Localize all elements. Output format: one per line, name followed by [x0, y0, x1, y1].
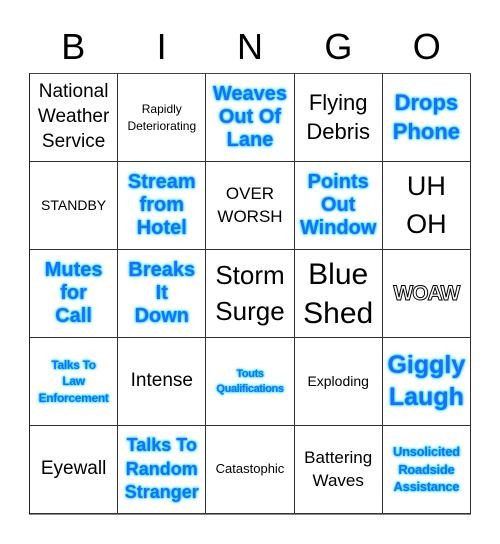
cell-text: Battering Waves	[304, 448, 373, 490]
header-letter-i: I	[156, 26, 167, 67]
cell-text: Stream from Hotel	[127, 171, 196, 239]
cell-text: Talks To Law Enforcement	[38, 358, 109, 405]
cell-text: Breaks It Down	[128, 259, 196, 327]
header-letter-b: B	[61, 26, 86, 67]
bingo-cell[interactable]: Eyewall	[30, 426, 119, 514]
cell-text: UH OH	[406, 170, 447, 239]
bingo-cell[interactable]: WOAW	[382, 250, 471, 338]
bingo-cell[interactable]: Weaves Out Of Lane	[206, 74, 295, 162]
bingo-cell[interactable]: Exploding	[294, 338, 383, 426]
bingo-cell[interactable]: UH OH	[382, 162, 471, 250]
bingo-cell[interactable]: Unsolicited Roadside Assistance	[382, 426, 471, 514]
header-letter-o: O	[412, 26, 441, 67]
cell-text: Points Out Window	[299, 171, 377, 239]
bingo-cell[interactable]: OVER WORSH	[206, 162, 295, 250]
cell-text: Unsolicited Roadside Assistance	[393, 444, 460, 495]
cell-text: Exploding	[307, 372, 369, 389]
bingo-cell[interactable]: Blue Shed	[294, 250, 383, 338]
cell-text: OVER WORSH	[217, 183, 283, 226]
bingo-cell[interactable]: Touts Qualifications	[206, 338, 295, 426]
bingo-grid: National Weather Service Rapidly Deterio…	[29, 73, 471, 514]
bingo-cell[interactable]: Talks To Law Enforcement	[30, 338, 119, 426]
cell-text: Eyewall	[40, 458, 107, 480]
bingo-cell[interactable]: Intense	[118, 338, 207, 426]
cell-text: WOAW	[393, 281, 461, 305]
bingo-cell[interactable]: Breaks It Down	[118, 250, 207, 338]
cell-text: Talks To Random Stranger	[124, 435, 199, 503]
cell-text: Drops Phone	[392, 89, 460, 144]
bingo-cell[interactable]: Drops Phone	[382, 74, 471, 162]
cell-text: Storm Surge	[215, 260, 285, 326]
bingo-cell[interactable]: Storm Surge	[206, 250, 295, 338]
cell-text: Weaves Out Of Lane	[212, 83, 288, 151]
bingo-cell[interactable]: Points Out Window	[294, 162, 383, 250]
cell-text: STANDBY	[41, 196, 107, 213]
bingo-cell[interactable]: Catastophic	[206, 426, 295, 514]
bingo-header: B I N G O	[29, 22, 471, 72]
bingo-cell[interactable]: Stream from Hotel	[118, 162, 207, 250]
cell-text: Intense	[130, 370, 193, 392]
cell-text: National Weather Service	[37, 81, 110, 152]
bingo-cell[interactable]: Mutes for Call	[30, 250, 119, 338]
header-letter-n: N	[236, 26, 263, 67]
bingo-cell[interactable]: Rapidly Deteriorating	[118, 74, 207, 162]
bingo-cell[interactable]: STANDBY	[30, 162, 119, 250]
bingo-cell[interactable]: Battering Waves	[294, 426, 383, 514]
cell-text: Catastophic	[215, 461, 285, 477]
header-letter-g: G	[324, 26, 353, 67]
cell-text: Rapidly Deteriorating	[127, 101, 197, 133]
cell-text: Touts Qualifications	[216, 368, 284, 395]
cell-text: Blue Shed	[303, 257, 374, 330]
cell-text: Flying Debris	[306, 89, 370, 144]
bingo-cell[interactable]: Giggly Laugh	[382, 338, 471, 426]
cell-text: Giggly Laugh	[387, 351, 466, 411]
bingo-cell[interactable]: Flying Debris	[294, 74, 383, 162]
bingo-cell[interactable]: Talks To Random Stranger	[118, 426, 207, 514]
bingo-cell[interactable]: National Weather Service	[30, 74, 119, 162]
cell-text: Mutes for Call	[44, 259, 103, 327]
